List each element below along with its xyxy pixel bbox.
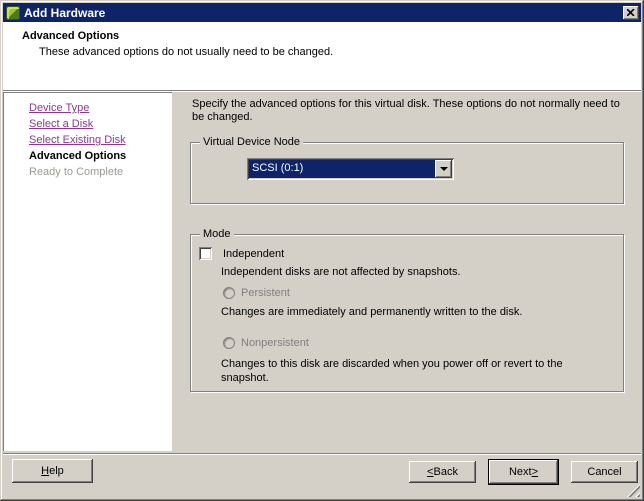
independent-description: Independent disks are not affected by sn… bbox=[221, 266, 461, 278]
sidebar-item-device-type[interactable]: Device Type bbox=[29, 100, 172, 116]
footer-divider bbox=[3, 453, 641, 455]
help-button[interactable]: Help bbox=[12, 459, 93, 483]
nonpersistent-radio-label: Nonpersistent bbox=[241, 337, 309, 349]
nonpersistent-description: Changes to this disk are discarded when … bbox=[221, 357, 606, 385]
page-subtitle: These advanced options do not usually ne… bbox=[39, 46, 333, 58]
sidebar-item-select-a-disk[interactable]: Select a Disk bbox=[29, 116, 172, 132]
independent-checkbox[interactable] bbox=[199, 247, 212, 260]
chevron-down-icon bbox=[440, 167, 448, 171]
wizard-header: Advanced Options These advanced options … bbox=[3, 22, 641, 90]
vmware-add-hardware-icon bbox=[6, 6, 20, 20]
dropdown-arrow-button[interactable] bbox=[435, 160, 452, 178]
persistent-radio-label: Persistent bbox=[241, 287, 290, 299]
persistent-description: Changes are immediately and permanently … bbox=[221, 305, 611, 319]
sidebar-item-select-existing-disk[interactable]: Select Existing Disk bbox=[29, 132, 172, 148]
virtual-device-node-group-title: Virtual Device Node bbox=[200, 136, 303, 148]
mode-group-title: Mode bbox=[200, 228, 234, 240]
resize-grip[interactable] bbox=[627, 484, 640, 497]
close-button[interactable] bbox=[623, 6, 639, 20]
next-button-default-ring: Next > bbox=[488, 459, 559, 485]
mode-group: Mode Independent Independent disks are n… bbox=[190, 234, 624, 392]
persistent-radio bbox=[223, 287, 235, 299]
sidebar-item-ready-to-complete: Ready to Complete bbox=[29, 164, 172, 180]
virtual-device-node-group: Virtual Device Node SCSI (0:1) bbox=[190, 142, 624, 204]
intro-text: Specify the advanced options for this vi… bbox=[192, 98, 634, 124]
add-hardware-dialog: Add Hardware Advanced Options These adva… bbox=[0, 0, 644, 501]
nonpersistent-radio bbox=[223, 337, 235, 349]
page-title: Advanced Options bbox=[22, 30, 119, 42]
titlebar[interactable]: Add Hardware bbox=[3, 3, 641, 22]
next-button[interactable]: Next > bbox=[489, 460, 558, 484]
back-button[interactable]: < Back bbox=[409, 461, 476, 483]
cancel-button[interactable]: Cancel bbox=[571, 461, 638, 483]
virtual-device-node-value: SCSI (0:1) bbox=[249, 160, 435, 178]
virtual-device-node-dropdown[interactable]: SCSI (0:1) bbox=[247, 158, 454, 180]
close-icon bbox=[627, 9, 635, 16]
independent-checkbox-label[interactable]: Independent bbox=[223, 248, 284, 260]
wizard-steps-sidebar: Device Type Select a Disk Select Existin… bbox=[3, 92, 172, 451]
window-title: Add Hardware bbox=[24, 6, 623, 20]
sidebar-item-advanced-options: Advanced Options bbox=[29, 148, 172, 164]
